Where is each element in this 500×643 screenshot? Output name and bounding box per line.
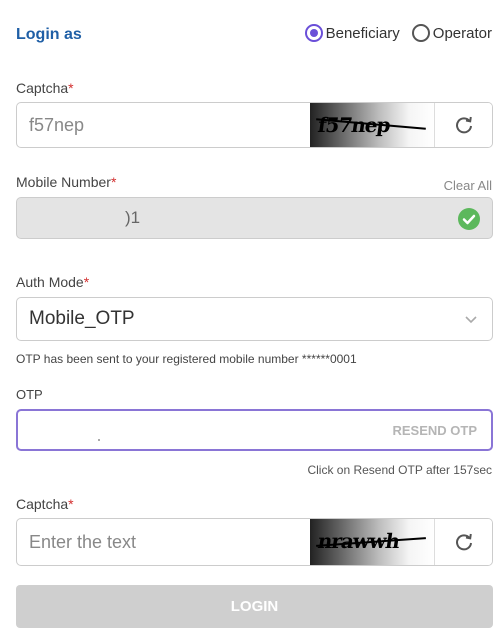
radio-operator-label: Operator	[432, 24, 492, 42]
auth-mode-select[interactable]: Mobile_OTP	[16, 297, 493, 341]
captcha-2-label: Captcha*	[16, 496, 74, 512]
chevron-down-icon	[465, 316, 477, 324]
login-type-radio-group: Beneficiary Operator	[304, 24, 492, 42]
required-mark: *	[110, 174, 117, 190]
refresh-icon	[455, 116, 472, 134]
mobile-number-label-text: Mobile Number	[16, 174, 111, 190]
required-mark: *	[68, 80, 74, 96]
captcha-image: f57nep	[310, 103, 434, 147]
captcha-2-label-text: Captcha	[16, 496, 69, 512]
refresh-icon	[455, 533, 472, 551]
radio-beneficiary[interactable]: Beneficiary	[304, 24, 400, 42]
login-as-row: Login as Beneficiary Operator	[16, 20, 492, 50]
login-button[interactable]: LOGIN	[16, 585, 493, 628]
mobile-number-label: Mobile Number*	[16, 174, 116, 190]
captcha-field: f57nep f57nep	[16, 102, 493, 148]
resend-otp-note: Click on Resend OTP after 157sec	[307, 463, 492, 477]
radio-unchecked-icon[interactable]	[411, 24, 430, 42]
captcha-input[interactable]: f57nep	[17, 115, 84, 136]
radio-beneficiary-label: Beneficiary	[325, 24, 400, 42]
captcha-2-image: nrawwh	[310, 519, 434, 565]
radio-operator[interactable]: Operator	[411, 24, 492, 42]
clear-all-link[interactable]: Clear All	[444, 178, 492, 193]
required-mark: *	[68, 496, 74, 512]
check-circle-icon	[458, 208, 480, 230]
otp-input[interactable]: RESEND OTP	[16, 409, 493, 451]
mobile-number-field[interactable]: )1	[16, 197, 493, 239]
otp-label: OTP	[16, 387, 43, 402]
auth-mode-selected-value: Mobile_OTP	[29, 308, 135, 329]
captcha-refresh-button[interactable]	[434, 103, 492, 147]
required-mark: *	[83, 274, 90, 290]
captcha-2-refresh-button[interactable]	[434, 519, 492, 565]
auth-mode-label-text: Auth Mode	[16, 274, 84, 290]
radio-checked-icon[interactable]	[304, 24, 323, 42]
captcha-2-field: Enter the text nrawwh	[16, 518, 493, 566]
mobile-number-value: )1	[125, 208, 141, 227]
otp-input-dot	[98, 439, 100, 441]
auth-mode-label: Auth Mode*	[16, 274, 89, 290]
otp-sent-message: OTP has been sent to your registered mob…	[16, 352, 357, 366]
captcha-label-text: Captcha	[16, 80, 69, 96]
login-as-title: Login as	[16, 26, 82, 43]
captcha-2-input[interactable]: Enter the text	[17, 532, 136, 553]
captcha-label: Captcha*	[16, 80, 74, 96]
resend-otp-button[interactable]: RESEND OTP	[392, 423, 477, 438]
